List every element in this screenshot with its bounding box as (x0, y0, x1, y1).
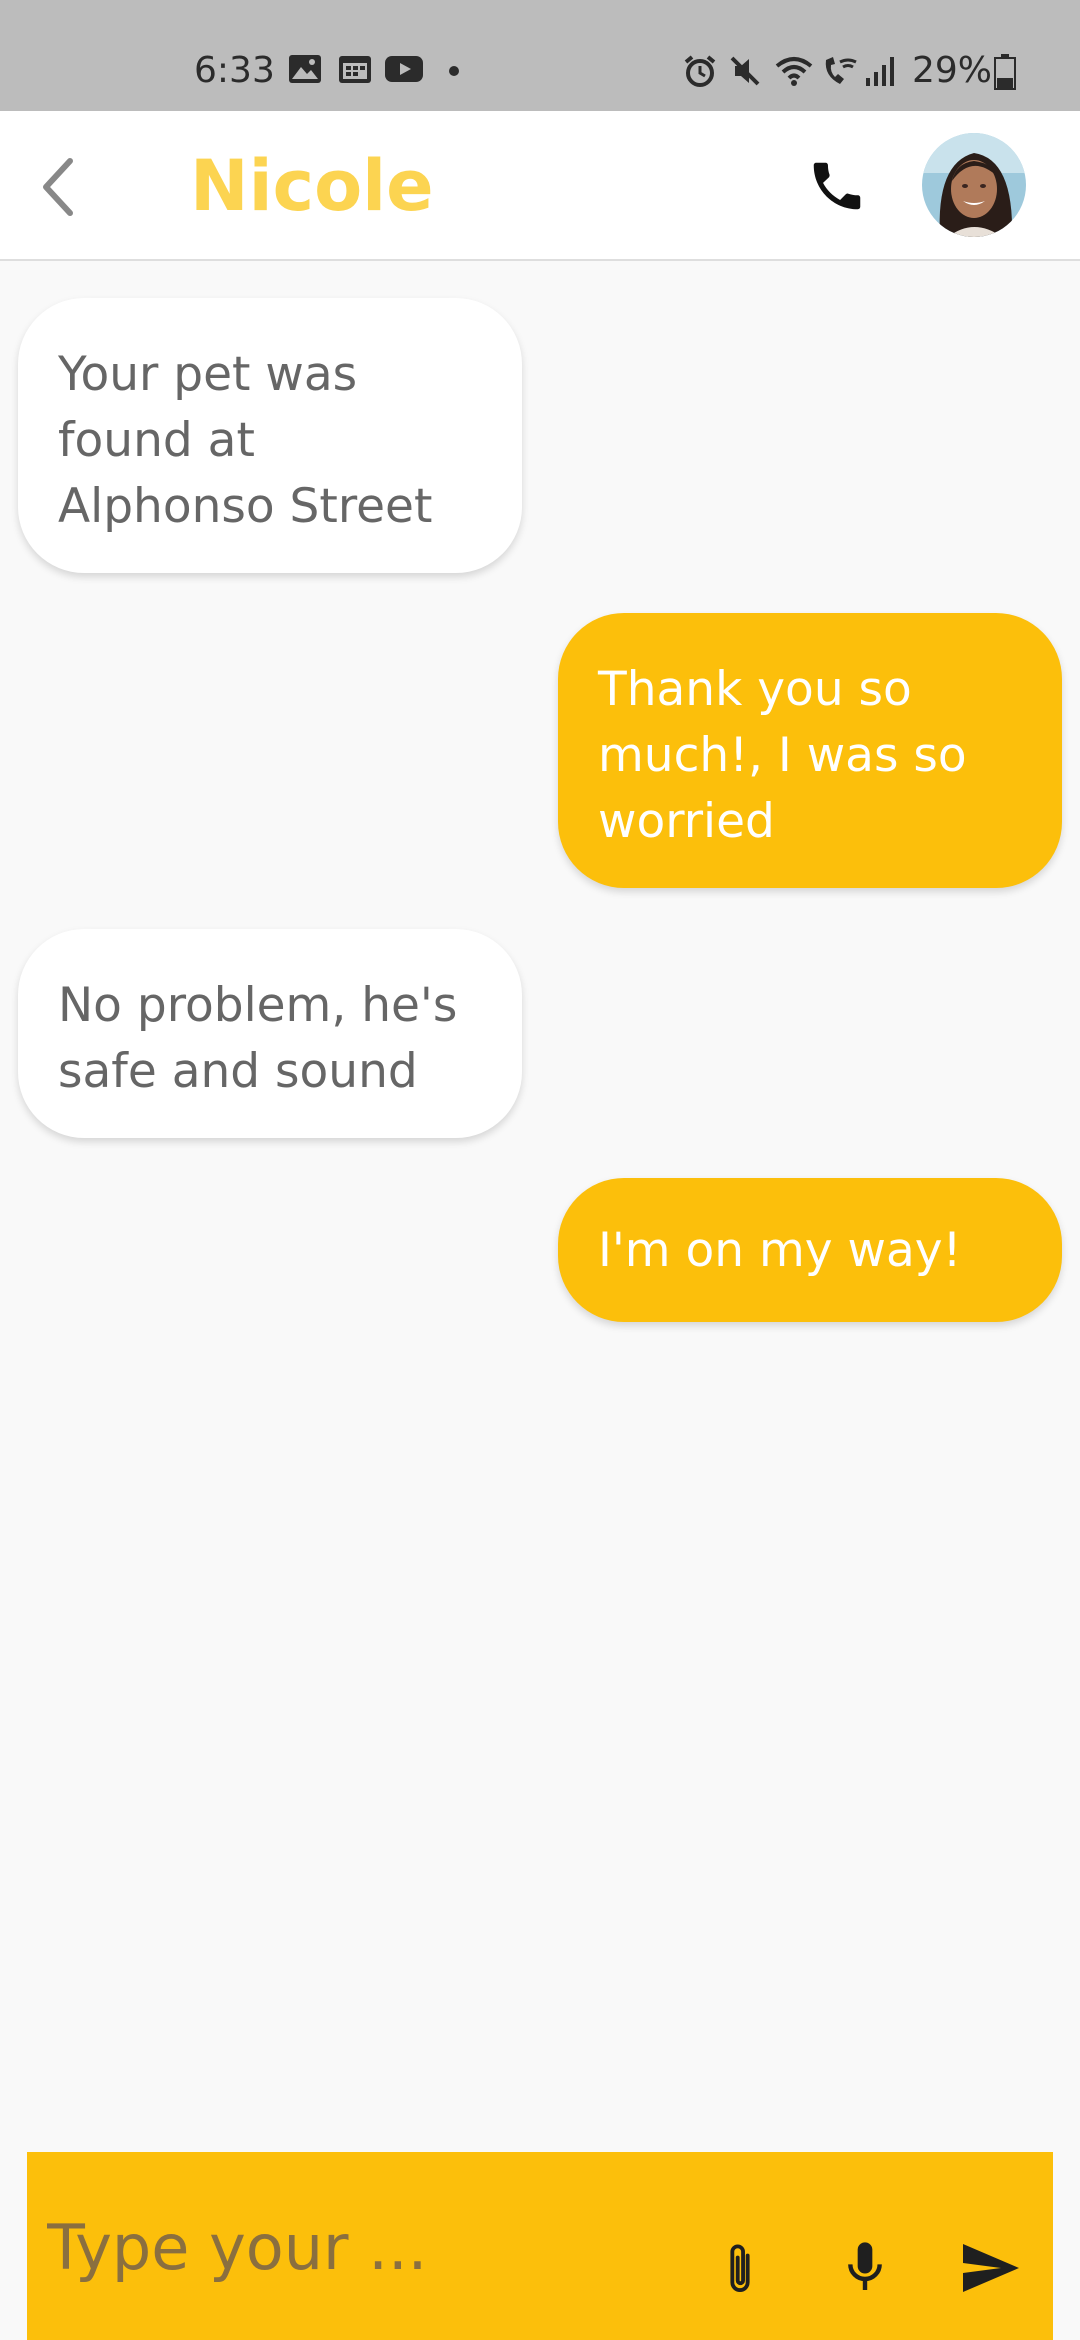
message-incoming[interactable]: No problem, he's safe and sound (18, 929, 522, 1138)
message-outgoing[interactable]: I'm on my way! (558, 1178, 1062, 1322)
status-time: 6:33 (194, 50, 275, 91)
message-input[interactable] (45, 2196, 689, 2298)
chat-header: Nicole (0, 111, 1080, 261)
contact-name: Nicole (190, 145, 434, 227)
wifi-icon (775, 57, 813, 86)
phone-icon[interactable] (806, 155, 868, 217)
alarm-icon (684, 55, 716, 87)
signal-icon (866, 57, 894, 86)
calendar-icon (339, 56, 371, 83)
message-composer (27, 2152, 1053, 2340)
chevron-left-icon[interactable] (36, 155, 80, 219)
message-outgoing[interactable]: Thank you so much!, I was so worried (558, 613, 1062, 888)
battery-icon (994, 54, 1016, 90)
microphone-icon[interactable] (843, 2238, 887, 2298)
battery-percentage: 29% (912, 50, 993, 91)
message-incoming[interactable]: Your pet was found at Alphonso Street (18, 298, 522, 573)
send-icon[interactable] (961, 2242, 1021, 2294)
paperclip-icon[interactable] (717, 2238, 763, 2300)
contact-avatar[interactable] (922, 133, 1026, 237)
avatar-image (922, 133, 1026, 237)
dot-icon (449, 66, 459, 76)
gallery-icon (289, 55, 321, 83)
wifi-calling-icon (825, 57, 857, 84)
status-bar: 6:33 29% (0, 0, 1080, 111)
youtube-icon (385, 56, 423, 82)
mute-icon (730, 56, 760, 86)
